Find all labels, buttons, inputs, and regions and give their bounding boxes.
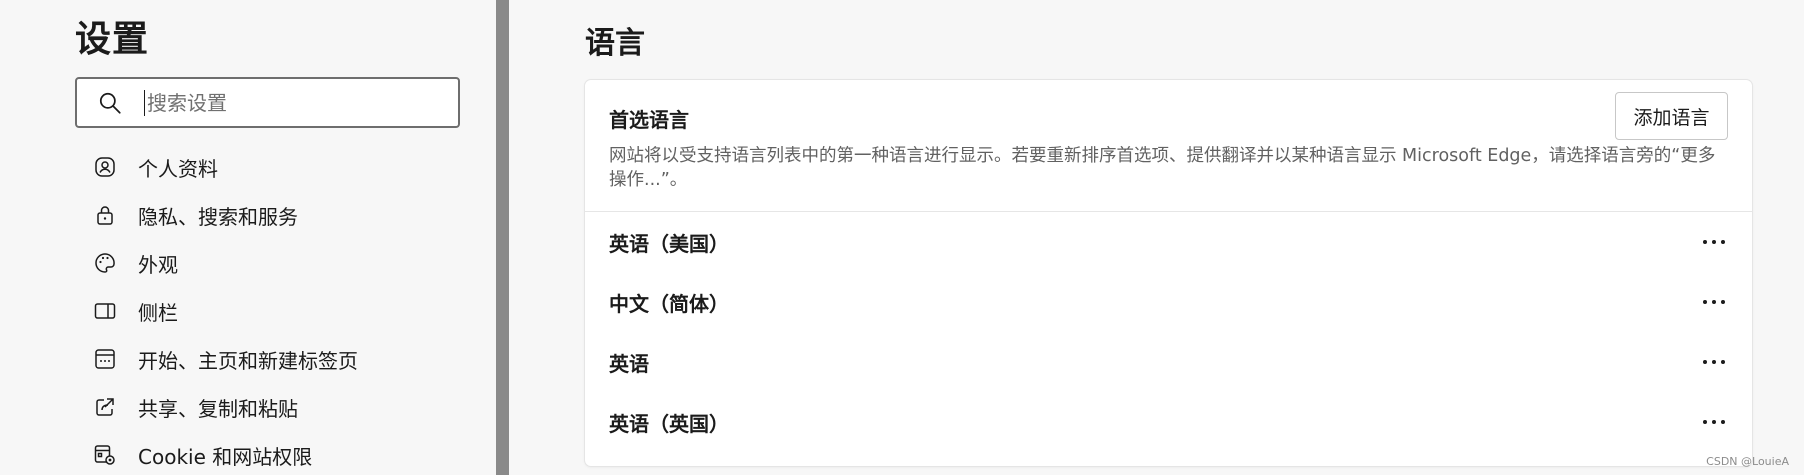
more-actions-button[interactable] (1700, 348, 1728, 376)
preferred-languages-header: 首选语言 网站将以受支持语言列表中的第一种语言进行显示。若要重新排序首选项、提供… (585, 80, 1752, 212)
sidebar-item-label: 个人资料 (138, 156, 218, 181)
preferred-languages-description: 网站将以受支持语言列表中的第一种语言进行显示。若要重新排序首选项、提供翻译并以某… (609, 146, 1716, 190)
profile-icon (92, 154, 118, 180)
lock-icon (92, 202, 118, 228)
add-language-button[interactable]: 添加语言 (1615, 92, 1728, 140)
home-tabs-icon (92, 346, 118, 372)
sidebar-item-cookies-permissions[interactable]: Cookie 和网站权限 (92, 431, 472, 475)
language-row: 中文（简体） (585, 272, 1752, 332)
sidebar-item-privacy[interactable]: 隐私、搜索和服务 (92, 191, 472, 239)
sidebar-item-label: 外观 (138, 252, 178, 277)
language-row: 英语（美国） (585, 212, 1752, 272)
sidebar-item-label: 共享、复制和粘贴 (138, 396, 298, 421)
sidebar-nav: 个人资料 隐私、搜索和服务 外观 侧栏 开始、主页和新建标签页 共享、复制和粘贴… (92, 143, 472, 475)
text-caret (144, 89, 145, 116)
sidebar-item-label: Cookie 和网站权限 (138, 444, 313, 469)
more-actions-button[interactable] (1700, 228, 1728, 256)
more-horizontal-icon (1703, 360, 1725, 364)
watermark: CSDN @LouieA (1706, 455, 1789, 468)
language-name: 英语（美国） (609, 231, 729, 256)
sidebar-item-share-copy-paste[interactable]: 共享、复制和粘贴 (92, 383, 472, 431)
sidebar-item-label: 侧栏 (138, 300, 178, 325)
language-list: 英语（美国） 中文（简体） 英语 英语（英国） (585, 212, 1752, 452)
search-icon (99, 92, 121, 114)
more-actions-button[interactable] (1700, 288, 1728, 316)
preferred-languages-card: 首选语言 网站将以受支持语言列表中的第一种语言进行显示。若要重新排序首选项、提供… (585, 80, 1752, 466)
sidebar-item-label: 隐私、搜索和服务 (138, 204, 298, 229)
language-name: 英语（英国） (609, 411, 729, 436)
share-icon (92, 394, 118, 420)
sidebar-item-start-home-tabs[interactable]: 开始、主页和新建标签页 (92, 335, 472, 383)
sidebar-item-sidebar[interactable]: 侧栏 (92, 287, 472, 335)
more-actions-button[interactable] (1700, 408, 1728, 436)
language-row: 英语（英国） (585, 392, 1752, 452)
language-name: 中文（简体） (609, 291, 729, 316)
sidebar-item-profile[interactable]: 个人资料 (92, 143, 472, 191)
sidebar-title: 设置 (75, 19, 150, 60)
preferred-languages-heading: 首选语言 (609, 108, 689, 132)
sidebar-item-label: 开始、主页和新建标签页 (138, 348, 358, 373)
search-input[interactable] (147, 90, 447, 115)
main-content: 语言 首选语言 网站将以受支持语言列表中的第一种语言进行显示。若要重新排序首选项… (509, 0, 1804, 475)
pane-divider[interactable] (496, 0, 509, 475)
sidebar-item-appearance[interactable]: 外观 (92, 239, 472, 287)
language-row: 英语 (585, 332, 1752, 392)
sidebar-icon (92, 298, 118, 324)
settings-sidebar: 设置 个人资料 (0, 0, 496, 475)
more-horizontal-icon (1703, 300, 1725, 304)
search-box[interactable] (75, 77, 460, 128)
more-horizontal-icon (1703, 420, 1725, 424)
language-name: 英语 (609, 351, 649, 376)
site-permissions-icon (92, 442, 118, 468)
page-title: 语言 (585, 26, 645, 61)
more-horizontal-icon (1703, 240, 1725, 244)
palette-icon (92, 250, 118, 276)
